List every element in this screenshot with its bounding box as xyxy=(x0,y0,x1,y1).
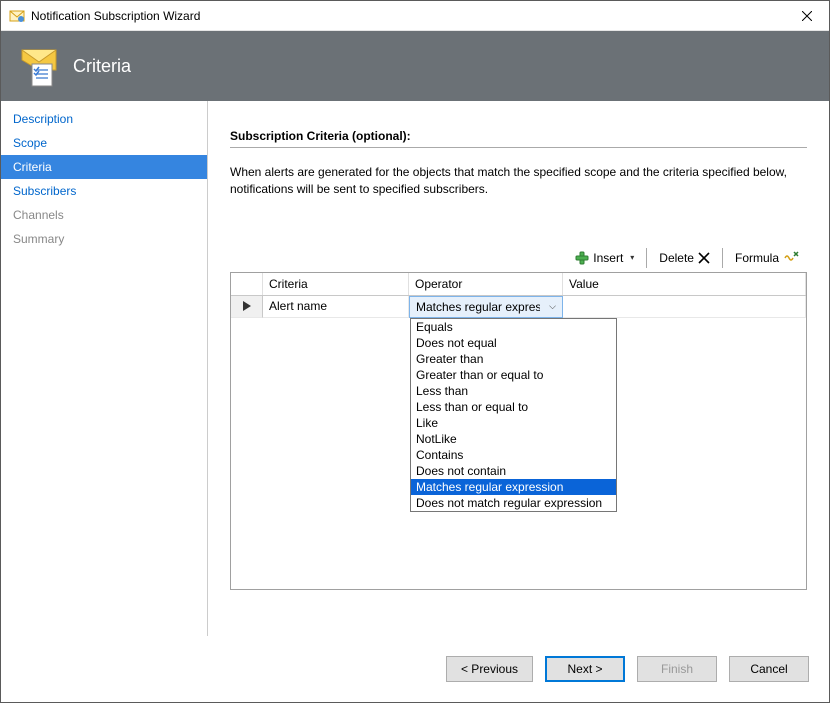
close-button[interactable] xyxy=(784,1,829,30)
wizard-window: Notification Subscription Wizard Criteri… xyxy=(0,0,830,703)
grid-toolbar: Insert ▾ Delete Formula xyxy=(230,244,807,272)
header-band: Criteria xyxy=(1,31,829,101)
page-title: Criteria xyxy=(73,56,131,77)
insert-label: Insert xyxy=(593,251,623,265)
header-operator[interactable]: Operator xyxy=(409,273,563,295)
dropdown-item[interactable]: NotLike xyxy=(411,431,616,447)
section-heading: Subscription Criteria (optional): xyxy=(230,129,807,148)
titlebar: Notification Subscription Wizard xyxy=(1,1,829,31)
insert-button[interactable]: Insert ▾ xyxy=(571,249,638,267)
sidebar-item-description[interactable]: Description xyxy=(1,107,207,131)
sidebar-item-scope[interactable]: Scope xyxy=(1,131,207,155)
next-button[interactable]: Next > xyxy=(545,656,625,682)
current-row-icon xyxy=(243,301,251,311)
close-icon xyxy=(802,11,812,21)
delete-label: Delete xyxy=(659,251,694,265)
cancel-button[interactable]: Cancel xyxy=(729,656,809,682)
window-title: Notification Subscription Wizard xyxy=(31,9,784,23)
main-panel: Subscription Criteria (optional): When a… xyxy=(208,101,829,636)
row-indicator[interactable] xyxy=(231,296,263,318)
dropdown-item[interactable]: Does not equal xyxy=(411,335,616,351)
delete-button[interactable]: Delete xyxy=(655,249,714,267)
finish-button[interactable]: Finish xyxy=(637,656,717,682)
body: DescriptionScopeCriteriaSubscribersChann… xyxy=(1,101,829,636)
sidebar: DescriptionScopeCriteriaSubscribersChann… xyxy=(1,101,208,636)
dropdown-item[interactable]: Like xyxy=(411,415,616,431)
header-criteria[interactable]: Criteria xyxy=(263,273,409,295)
operator-cell[interactable]: Matches regular expression ⌵ EqualsDoes … xyxy=(409,296,563,318)
dropdown-item[interactable]: Greater than or equal to xyxy=(411,367,616,383)
value-cell[interactable] xyxy=(563,296,806,318)
formula-label: Formula xyxy=(735,251,779,265)
table-row: Alert name Matches regular expression ⌵ … xyxy=(231,296,806,318)
dropdown-item[interactable]: Contains xyxy=(411,447,616,463)
operator-selected-text: Matches regular expression xyxy=(416,300,540,314)
chevron-down-icon: ▾ xyxy=(630,253,634,262)
app-icon xyxy=(9,8,25,24)
header-indicator xyxy=(231,273,263,295)
sidebar-item-channels: Channels xyxy=(1,203,207,227)
section-description: When alerts are generated for the object… xyxy=(230,164,807,198)
dropdown-item[interactable]: Less than xyxy=(411,383,616,399)
criteria-cell[interactable]: Alert name xyxy=(263,296,409,318)
delete-x-icon xyxy=(698,252,710,264)
dropdown-item[interactable]: Does not contain xyxy=(411,463,616,479)
sidebar-item-criteria[interactable]: Criteria xyxy=(1,155,207,179)
header-value[interactable]: Value xyxy=(563,273,806,295)
dropdown-item[interactable]: Equals xyxy=(411,319,616,335)
dropdown-item[interactable]: Matches regular expression xyxy=(411,479,616,495)
dropdown-item[interactable]: Does not match regular expression xyxy=(411,495,616,511)
dropdown-item[interactable]: Less than or equal to xyxy=(411,399,616,415)
operator-dropdown: EqualsDoes not equalGreater thanGreater … xyxy=(410,318,617,512)
dropdown-item[interactable]: Greater than xyxy=(411,351,616,367)
criteria-grid: Criteria Operator Value Alert name Match… xyxy=(230,272,807,590)
plus-icon xyxy=(575,251,589,265)
formula-button[interactable]: Formula xyxy=(731,248,803,268)
previous-button[interactable]: < Previous xyxy=(446,656,533,682)
chevron-down-icon: ⌵ xyxy=(549,301,556,312)
toolbar-separator xyxy=(646,248,647,268)
formula-icon xyxy=(783,250,799,266)
criteria-header-icon xyxy=(19,46,59,86)
operator-combobox[interactable]: Matches regular expression ⌵ xyxy=(410,297,562,317)
footer: < Previous Next > Finish Cancel xyxy=(1,636,829,702)
sidebar-item-summary: Summary xyxy=(1,227,207,251)
toolbar-separator xyxy=(722,248,723,268)
sidebar-item-subscribers[interactable]: Subscribers xyxy=(1,179,207,203)
grid-header: Criteria Operator Value xyxy=(231,273,806,296)
